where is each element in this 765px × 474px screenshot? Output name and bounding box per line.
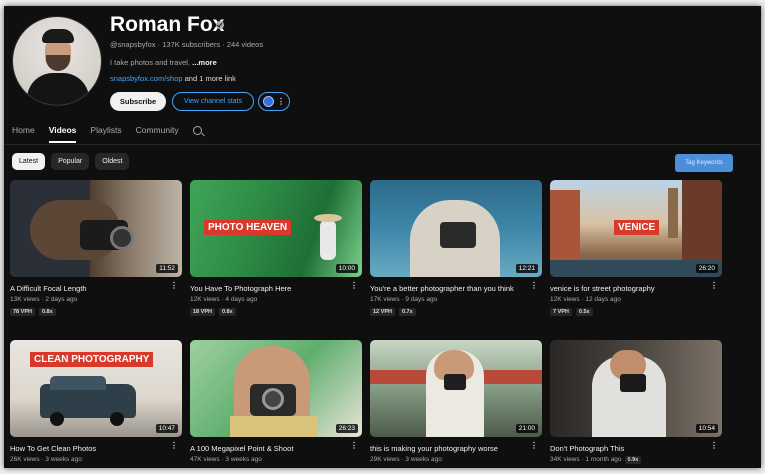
- multiplier-badge: 0.5x: [575, 308, 593, 316]
- youtube-channel-page: Roman Fox @snapsbyfox · 137K subscribers…: [4, 6, 761, 468]
- multiplier-badge: 0.9x: [624, 456, 642, 464]
- video-thumbnail[interactable]: VENICE 26:20: [550, 180, 722, 277]
- video-meta: 12K views · 12 days ago: [550, 296, 621, 303]
- more-options-icon[interactable]: ⋮: [277, 97, 285, 106]
- video-duration: 10:54: [695, 424, 718, 433]
- video-card[interactable]: 11:52 A Difficult Focal Length ⋮ 13K vie…: [10, 180, 182, 316]
- video-badges: 78 VPH 0.8x: [10, 308, 56, 316]
- video-duration: 10:47: [155, 424, 178, 433]
- video-meta: 26K views · 3 weeks ago: [10, 456, 82, 463]
- video-badges: 18 VPH 0.8x: [190, 308, 236, 316]
- video-title[interactable]: How To Get Clean Photos: [10, 444, 170, 453]
- video-card[interactable]: VENICE 26:20 venice is for street photog…: [550, 180, 722, 316]
- video-duration: 12:21: [515, 264, 538, 273]
- video-meta: 47K views · 3 weeks ago: [190, 456, 262, 463]
- tag-keywords-button[interactable]: Tag Keywords: [675, 154, 733, 172]
- subscribe-button[interactable]: Subscribe: [110, 92, 166, 111]
- video-title[interactable]: Don't Photograph This: [550, 444, 710, 453]
- video-thumbnail[interactable]: 10:54: [550, 340, 722, 437]
- tabs-divider: [4, 144, 761, 145]
- video-meta: 17K views · 9 days ago: [370, 296, 438, 303]
- shop-link[interactable]: snapsbyfox.com/shop: [110, 74, 183, 83]
- channel-meta: @snapsbyfox · 137K subscribers · 244 vid…: [110, 40, 264, 49]
- tab-home[interactable]: Home: [12, 125, 35, 143]
- video-menu-icon[interactable]: ⋮: [350, 282, 358, 290]
- thumbnail-overlay-text: VENICE: [614, 220, 660, 235]
- vph-badge: 18 VPH: [190, 308, 215, 316]
- video-title[interactable]: this is making your photography worse: [370, 444, 530, 453]
- video-card[interactable]: CLEAN PHOTOGRAPHY 10:47 How To Get Clean…: [10, 340, 182, 463]
- video-menu-icon[interactable]: ⋮: [350, 442, 358, 450]
- video-menu-icon[interactable]: ⋮: [530, 282, 538, 290]
- video-title[interactable]: You're a better photographer than you th…: [370, 284, 530, 293]
- video-meta-text: 34K views · 1 month ago: [550, 456, 622, 463]
- video-menu-icon[interactable]: ⋮: [710, 442, 718, 450]
- video-duration: 26:23: [335, 424, 358, 433]
- channel-description[interactable]: I take photos and travel. ...more: [110, 58, 217, 67]
- video-duration: 11:52: [156, 264, 178, 273]
- filter-oldest[interactable]: Oldest: [95, 153, 130, 170]
- video-duration: 26:20: [695, 264, 718, 273]
- description-text: I take photos and travel.: [110, 58, 191, 67]
- multiplier-badge: 0.8x: [38, 308, 56, 316]
- vph-badge: 12 VPH: [370, 308, 395, 316]
- tab-community[interactable]: Community: [136, 125, 179, 143]
- description-more-link[interactable]: ...more: [192, 58, 217, 67]
- tab-playlists[interactable]: Playlists: [90, 125, 121, 143]
- thumbnail-overlay-text: CLEAN PHOTOGRAPHY: [30, 352, 154, 367]
- video-menu-icon[interactable]: ⋮: [530, 442, 538, 450]
- verified-icon: [216, 21, 224, 29]
- search-icon[interactable]: [192, 126, 202, 135]
- video-duration: 21:00: [515, 424, 538, 433]
- video-title[interactable]: venice is for street photography: [550, 284, 710, 293]
- video-card[interactable]: 26:23 A 100 Megapixel Point & Shoot ⋮ 47…: [190, 340, 362, 463]
- vph-badge: 7 VPH: [550, 308, 572, 316]
- channel-avatar[interactable]: [12, 16, 102, 106]
- filter-popular[interactable]: Popular: [51, 153, 90, 170]
- multiplier-badge: 0.8x: [218, 308, 236, 316]
- video-thumbnail[interactable]: 26:23: [190, 340, 362, 437]
- video-meta: 12K views · 4 days ago: [190, 296, 258, 303]
- video-menu-icon[interactable]: ⋮: [170, 282, 178, 290]
- video-card[interactable]: 21:00 this is making your photography wo…: [370, 340, 542, 463]
- view-channel-stats-button[interactable]: View channel stats: [172, 92, 254, 111]
- channel-links: snapsbyfox.com/shop and 1 more link: [110, 74, 236, 83]
- more-links[interactable]: and 1 more link: [185, 74, 236, 83]
- channel-tabs: Home Videos Playlists Community: [12, 125, 202, 143]
- video-meta: 29K views · 3 weeks ago: [370, 456, 442, 463]
- video-title[interactable]: You Have To Photograph Here: [190, 284, 350, 293]
- video-title[interactable]: A 100 Megapixel Point & Shoot: [190, 444, 350, 453]
- video-thumbnail[interactable]: PHOTO HEAVEN 10:00: [190, 180, 362, 277]
- vph-badge: 78 VPH: [10, 308, 35, 316]
- video-meta: 13K views · 2 days ago: [10, 296, 78, 303]
- video-thumbnail[interactable]: 11:52: [10, 180, 182, 277]
- video-card[interactable]: PHOTO HEAVEN 10:00 You Have To Photograp…: [190, 180, 362, 316]
- video-menu-icon[interactable]: ⋮: [710, 282, 718, 290]
- video-badges: 12 VPH 0.7x: [370, 308, 416, 316]
- video-card[interactable]: 12:21 You're a better photographer than …: [370, 180, 542, 316]
- video-menu-icon[interactable]: ⋮: [170, 442, 178, 450]
- video-badges: 7 VPH 0.5x: [550, 308, 593, 316]
- video-thumbnail[interactable]: CLEAN PHOTOGRAPHY 10:47: [10, 340, 182, 437]
- thumbnail-overlay-text: PHOTO HEAVEN: [204, 220, 292, 235]
- extension-pill[interactable]: ⋮: [258, 92, 290, 111]
- extension-icon[interactable]: [263, 96, 274, 107]
- video-card[interactable]: 10:54 Don't Photograph This ⋮ 34K views …: [550, 340, 722, 464]
- tab-videos[interactable]: Videos: [48, 125, 76, 143]
- video-title[interactable]: A Difficult Focal Length: [10, 284, 170, 293]
- filter-latest[interactable]: Latest: [12, 153, 46, 170]
- video-meta: 34K views · 1 month ago 0.9x: [550, 456, 642, 464]
- multiplier-badge: 0.7x: [398, 308, 416, 316]
- sort-filters: Latest Popular Oldest: [12, 153, 130, 170]
- channel-name: Roman Fox: [110, 13, 225, 36]
- video-duration: 10:00: [335, 264, 358, 273]
- video-thumbnail[interactable]: 12:21: [370, 180, 542, 277]
- video-thumbnail[interactable]: 21:00: [370, 340, 542, 437]
